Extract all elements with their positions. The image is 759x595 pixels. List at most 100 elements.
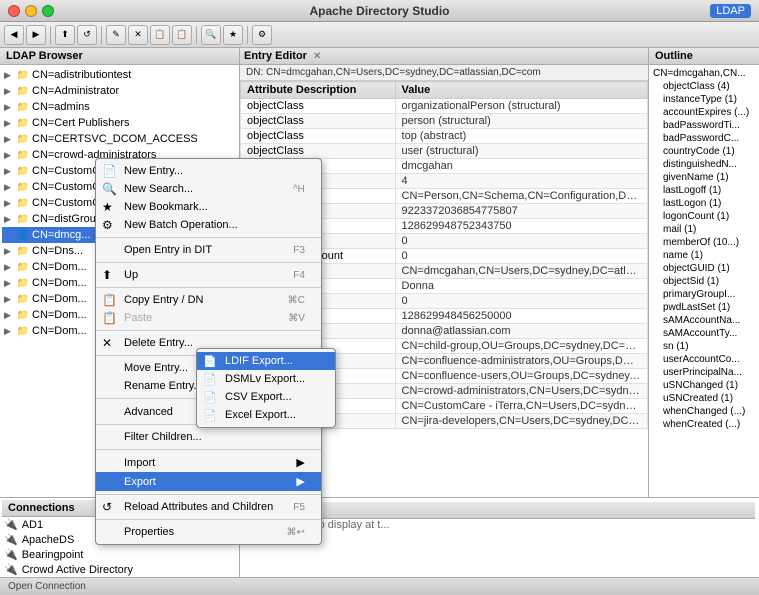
tree-item-2[interactable]: ▶ 📁 CN=admins — [2, 99, 237, 115]
outline-item[interactable]: uSNChanged (1) — [651, 379, 757, 392]
menu-item-up[interactable]: ⬆ Up F4 — [96, 266, 321, 284]
outline-item[interactable]: givenName (1) — [651, 171, 757, 184]
outline-item[interactable]: primaryGroupI... — [651, 288, 757, 301]
outline-item[interactable]: userPrincipalNa... — [651, 366, 757, 379]
menu-separator-10 — [96, 519, 321, 520]
csv-icon: 📄 — [203, 391, 217, 404]
menu-label: Advanced — [124, 406, 173, 418]
outline-item[interactable]: userAccountCo... — [651, 353, 757, 366]
outline-item[interactable]: whenChanged (...) — [651, 405, 757, 418]
attr-value-cell: person (structural) — [395, 114, 647, 129]
menu-item-properties[interactable]: Properties ⌘↩ — [96, 523, 321, 541]
tree-label: CN=CERTSVC_DCOM_ACCESS — [32, 133, 198, 145]
submenu-ldif-export[interactable]: 📄 LDIF Export... — [197, 352, 335, 370]
outline-item[interactable]: uSNCreated (1) — [651, 392, 757, 405]
connection-item[interactable]: 🔌Bearingpoint — [2, 547, 237, 562]
menu-item-import[interactable]: Import ▶ — [96, 453, 321, 472]
toolbar-separator-4 — [247, 26, 248, 44]
connection-item[interactable]: 🔌Crowd Active Directory — [2, 562, 237, 577]
table-row[interactable]: objectClassorganizationalPerson (structu… — [241, 99, 648, 114]
outline-item[interactable]: countryCode (1) — [651, 145, 757, 158]
outline-item[interactable]: sAMAccountNa... — [651, 314, 757, 327]
table-row[interactable]: objectClasstop (abstract) — [241, 129, 648, 144]
attr-name-cell: objectClass — [241, 144, 396, 159]
menu-item-new-batch[interactable]: ⚙ New Batch Operation... — [96, 216, 321, 234]
outline-item[interactable]: mail (1) — [651, 223, 757, 236]
outline-item[interactable]: badPasswordC... — [651, 132, 757, 145]
window-controls[interactable] — [8, 5, 54, 17]
outline-item[interactable]: whenCreated (...) — [651, 418, 757, 431]
menu-item-export[interactable]: Export ▶ — [96, 472, 321, 491]
submenu-arrow: ▶ — [286, 475, 304, 488]
submenu-label: CSV Export... — [225, 391, 292, 403]
menu-item-filter[interactable]: Filter Children... — [96, 428, 321, 446]
tree-arrow: ▶ — [4, 102, 16, 113]
search-button[interactable]: 🔍 — [201, 25, 221, 45]
outline-item[interactable]: objectGUID (1) — [651, 262, 757, 275]
tree-arrow: ▶ — [4, 198, 16, 209]
menu-label: Reload Attributes and Children — [124, 501, 273, 513]
outline-item[interactable]: objectSid (1) — [651, 275, 757, 288]
tree-item-4[interactable]: ▶ 📁 CN=CERTSVC_DCOM_ACCESS — [2, 131, 237, 147]
minimize-button[interactable] — [25, 5, 37, 17]
tree-item-1[interactable]: ▶ 📁 CN=Administrator — [2, 83, 237, 99]
tree-item-3[interactable]: ▶ 📁 CN=Cert Publishers — [2, 115, 237, 131]
attr-value-cell: 9223372036854775807 — [395, 204, 647, 219]
table-row[interactable]: objectClassuser (structural) — [241, 144, 648, 159]
tree-arrow: ▶ — [4, 150, 16, 161]
outline-item[interactable]: name (1) — [651, 249, 757, 262]
ldap-browser-title: LDAP Browser — [0, 48, 239, 65]
tree-label: CN=Dom... — [32, 325, 87, 337]
outline-item[interactable]: logonCount (1) — [651, 210, 757, 223]
connection-label: ApacheDS — [22, 534, 75, 546]
new-button[interactable]: ✎ — [106, 25, 126, 45]
table-row[interactable]: objectClassperson (structural) — [241, 114, 648, 129]
copy-button[interactable]: 📋 — [150, 25, 170, 45]
outline-item[interactable]: instanceType (1) — [651, 93, 757, 106]
menu-item-new-bookmark[interactable]: ★ New Bookmark... — [96, 198, 321, 216]
delete-button[interactable]: ✕ — [128, 25, 148, 45]
folder-icon: 📁 — [16, 212, 30, 226]
tree-arrow: ▶ — [4, 326, 16, 337]
submenu-excel-export[interactable]: 📄 Excel Export... — [197, 406, 335, 424]
outline-tree[interactable]: CN=dmcgahan,CN...objectClass (4)instance… — [649, 65, 759, 497]
outline-item[interactable]: memberOf (10...) — [651, 236, 757, 249]
paste-button[interactable]: 📋 — [172, 25, 192, 45]
outline-item[interactable]: accountExpires (...) — [651, 106, 757, 119]
attr-value-cell: 128629948752343750 — [395, 219, 647, 234]
menu-item-open-entry[interactable]: Open Entry in DIT F3 — [96, 241, 321, 259]
close-button[interactable] — [8, 5, 20, 17]
up-button[interactable]: ⬆ — [55, 25, 75, 45]
shortcut-label: F3 — [273, 245, 305, 256]
attr-name-cell: objectClass — [241, 99, 396, 114]
outline-item[interactable]: sAMAccountTy... — [651, 327, 757, 340]
entry-editor-tab-icon: ✕ — [313, 51, 321, 62]
menu-item-reload[interactable]: ↺ Reload Attributes and Children F5 — [96, 498, 321, 516]
outline-item[interactable]: pwdLastSet (1) — [651, 301, 757, 314]
menu-item-new-entry[interactable]: 📄 New Entry... — [96, 162, 321, 180]
bookmark-button[interactable]: ★ — [223, 25, 243, 45]
outline-item[interactable]: badPasswordTi... — [651, 119, 757, 132]
forward-button[interactable]: ▶ — [26, 25, 46, 45]
maximize-button[interactable] — [42, 5, 54, 17]
outline-item[interactable]: distinguishedN... — [651, 158, 757, 171]
tree-item-0[interactable]: ▶ 📁 CN=adistributiontest — [2, 67, 237, 83]
attr-value-cell: CN=child-group,OU=Groups,DC=sydney,DC=at… — [395, 339, 647, 354]
menu-item-copy[interactable]: 📋 Copy Entry / DN ⌘C — [96, 291, 321, 309]
back-button[interactable]: ◀ — [4, 25, 24, 45]
refresh-button[interactable]: ↺ — [77, 25, 97, 45]
menu-label: New Batch Operation... — [124, 219, 238, 231]
menu-item-new-search[interactable]: 🔍 New Search... ^H — [96, 180, 321, 198]
folder-icon: 📁 — [16, 68, 30, 82]
submenu-dsml-export[interactable]: 📄 DSMLv Export... — [197, 370, 335, 388]
outline-item[interactable]: objectClass (4) — [651, 80, 757, 93]
submenu-csv-export[interactable]: 📄 CSV Export... — [197, 388, 335, 406]
settings-button[interactable]: ⚙ — [252, 25, 272, 45]
connection-icon: 🔌 — [4, 533, 18, 546]
outline-item[interactable]: lastLogon (1) — [651, 197, 757, 210]
outline-item[interactable]: CN=dmcgahan,CN... — [651, 67, 757, 80]
outline-item[interactable]: lastLogoff (1) — [651, 184, 757, 197]
menu-item-paste[interactable]: 📋 Paste ⌘V — [96, 309, 321, 327]
menu-label: New Bookmark... — [124, 201, 208, 213]
outline-item[interactable]: sn (1) — [651, 340, 757, 353]
